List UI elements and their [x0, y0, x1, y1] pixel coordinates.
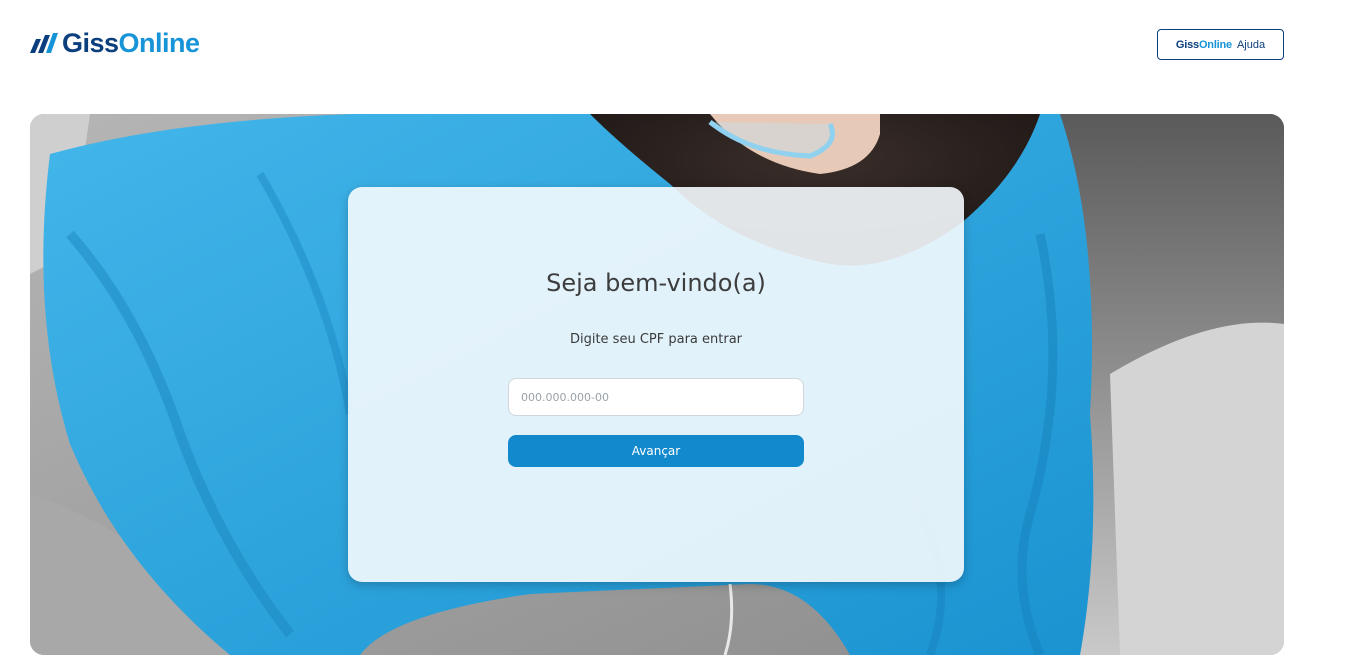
gissonline-logo[interactable]: GissOnline — [30, 28, 200, 58]
login-title: Seja bem-vindo(a) — [546, 269, 766, 297]
help-button-label: Ajuda — [1236, 38, 1266, 51]
logo-text: GissOnline — [62, 29, 200, 57]
login-page: GissOnline GissOnline Ajuda Seja bem-vin… — [0, 0, 1345, 664]
bars-logo-icon — [30, 33, 58, 53]
help-button-giss: Giss — [1175, 38, 1199, 51]
advance-button[interactable]: Avançar — [508, 435, 804, 467]
logo-text-online: Online — [118, 28, 201, 58]
help-button-brand: GissOnline — [1176, 39, 1232, 51]
help-button[interactable]: GissOnline Ajuda — [1157, 29, 1284, 60]
hero-banner: Seja bem-vindo(a) Digite seu CPF para en… — [30, 114, 1284, 655]
login-card: Seja bem-vindo(a) Digite seu CPF para en… — [348, 187, 964, 582]
logo-text-giss: Giss — [62, 28, 119, 58]
cpf-input[interactable] — [508, 378, 804, 416]
help-button-online: Online — [1198, 38, 1232, 51]
login-subtitle: Digite seu CPF para entrar — [569, 332, 743, 347]
